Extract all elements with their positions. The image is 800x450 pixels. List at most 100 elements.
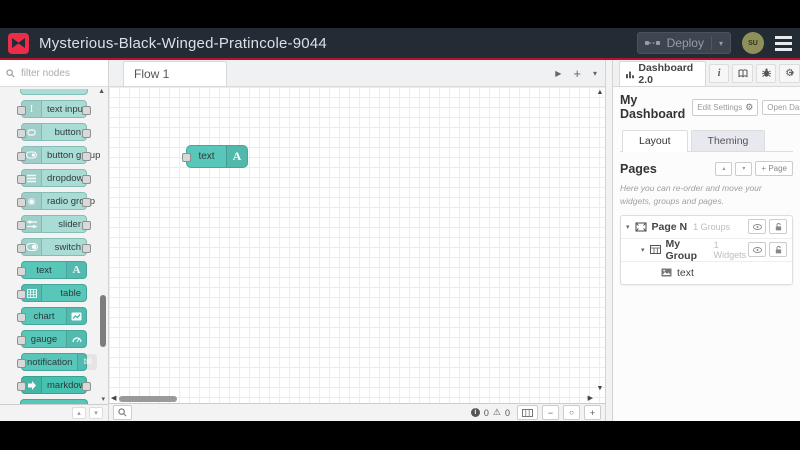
flow-tab-actions: ▶ + ▾: [555, 60, 597, 86]
palette-node-notification[interactable]: notification ✉: [17, 353, 98, 371]
add-page-button[interactable]: + Page: [755, 161, 793, 176]
scroll-right-icon[interactable]: ▶: [588, 395, 593, 402]
palette-scroll-up-icon[interactable]: ▲: [98, 88, 105, 95]
sidebar-resize-handle[interactable]: [605, 60, 612, 421]
palette-node-partial-top[interactable]: [20, 89, 88, 95]
flow-tab[interactable]: Flow 1: [123, 61, 227, 86]
output-port[interactable]: [82, 382, 91, 391]
visibility-button[interactable]: [748, 219, 766, 234]
palette-node-dropdown[interactable]: dropdown: [17, 169, 91, 187]
page-label: Page N: [651, 220, 688, 233]
palette-node-radio-group[interactable]: ◉ radio group: [17, 192, 95, 210]
palette-node-switch[interactable]: switch: [17, 238, 91, 256]
info-count-icon[interactable]: i: [470, 408, 480, 417]
flow-canvas[interactable]: text A ▲ ▼ ◀ ▶: [109, 87, 605, 403]
input-port[interactable]: [17, 198, 26, 207]
scroll-down-icon[interactable]: ▼: [597, 385, 604, 392]
output-port[interactable]: [82, 221, 91, 230]
sidebar-menu-caret-icon[interactable]: ▾: [790, 69, 794, 78]
input-port[interactable]: [17, 175, 26, 184]
deploy-button[interactable]: Deploy ▾: [636, 32, 731, 54]
tab-dashboard-2[interactable]: Dashboard 2.0: [619, 61, 706, 86]
canvas-vertical-scrollbar[interactable]: ▲ ▼: [595, 87, 605, 394]
canvas-node-text[interactable]: text A: [182, 145, 248, 168]
palette-node-partial-bottom[interactable]: [20, 399, 88, 404]
palette-node-button[interactable]: button: [17, 123, 91, 141]
palette-node-button-group[interactable]: button group: [17, 146, 100, 164]
palette-expand-all-button[interactable]: ▾: [89, 407, 103, 419]
scroll-left-icon[interactable]: ◀: [111, 395, 116, 402]
node-palette: I text input button: [0, 60, 109, 421]
output-port[interactable]: [82, 152, 91, 161]
palette-node-markdown[interactable]: markdown: [17, 376, 91, 394]
output-port[interactable]: [82, 198, 91, 207]
main-menu-button[interactable]: [775, 35, 792, 51]
layout-tree: ▾ Page N 1 Groups ▾ My Group 1 Widgets t…: [620, 214, 793, 285]
collapse-caret-icon[interactable]: ▾: [641, 246, 645, 254]
flow-list-icon[interactable]: ▾: [593, 69, 597, 78]
deploy-caret-icon[interactable]: ▾: [719, 39, 723, 48]
tab-theming[interactable]: Theming: [690, 130, 766, 151]
add-flow-button[interactable]: +: [573, 66, 581, 81]
navigator-button[interactable]: [517, 405, 538, 420]
warning-icon[interactable]: ⚠: [493, 407, 501, 418]
tree-row-widget[interactable]: text: [621, 262, 792, 284]
open-dashboard-button[interactable]: Open Dashboard ↗: [762, 99, 800, 115]
palette-node-text[interactable]: text A: [17, 261, 87, 279]
input-port[interactable]: [17, 382, 26, 391]
input-port[interactable]: [17, 359, 26, 368]
palette-node-slider[interactable]: slider: [17, 215, 91, 233]
input-port[interactable]: [17, 290, 26, 299]
palette-node-table[interactable]: table: [17, 284, 87, 302]
sidebar-tab-label: Dashboard 2.0: [638, 62, 694, 86]
palette-scroll-area[interactable]: I text input button button group dropdow…: [0, 87, 108, 404]
input-port[interactable]: [17, 336, 26, 345]
navigator-icon: [522, 408, 533, 417]
palette-scroll-down-icon[interactable]: ▾: [101, 395, 105, 403]
dashboard-header-row: My Dashboard Edit Settings ⚙ Open Dashbo…: [620, 93, 800, 121]
canvas-search-button[interactable]: [113, 405, 132, 420]
palette-node-gauge[interactable]: gauge: [17, 330, 87, 348]
input-port[interactable]: [17, 267, 26, 276]
input-port[interactable]: [17, 106, 26, 115]
lock-button[interactable]: [769, 219, 787, 234]
zoom-out-button[interactable]: −: [542, 405, 559, 420]
input-port[interactable]: [17, 313, 26, 322]
input-port[interactable]: [17, 244, 26, 253]
canvas-horizontal-scrollbar[interactable]: ◀ ▶: [109, 394, 595, 403]
output-port[interactable]: [82, 175, 91, 184]
tree-row-group[interactable]: ▾ My Group 1 Widgets: [621, 238, 792, 262]
palette-collapse-all-button[interactable]: ▴: [72, 407, 86, 419]
input-port[interactable]: [17, 152, 26, 161]
output-port[interactable]: [82, 129, 91, 138]
zoom-reset-button[interactable]: ○: [563, 405, 580, 420]
output-port[interactable]: [82, 244, 91, 253]
output-port[interactable]: [82, 106, 91, 115]
move-up-button[interactable]: ▴: [715, 161, 733, 176]
tree-row-page[interactable]: ▾ Page N 1 Groups: [621, 216, 792, 239]
input-port[interactable]: [17, 221, 26, 230]
visibility-button[interactable]: [748, 242, 766, 257]
edit-settings-button[interactable]: Edit Settings ⚙: [692, 98, 759, 116]
hscrollbar-thumb[interactable]: [119, 396, 177, 402]
lock-button[interactable]: [769, 242, 787, 257]
dashboard-sidebar-body: My Dashboard Edit Settings ⚙ Open Dashbo…: [613, 87, 800, 421]
tab-layout[interactable]: Layout: [622, 130, 688, 152]
input-port[interactable]: [17, 129, 26, 138]
info-tab-button[interactable]: i: [708, 63, 730, 83]
user-avatar[interactable]: SU: [742, 32, 764, 54]
move-down-button[interactable]: ▾: [735, 161, 753, 176]
palette-node-chart[interactable]: chart: [17, 307, 87, 325]
page-meta: 1 Groups: [693, 221, 731, 232]
palette-node-text-input[interactable]: I text input: [17, 100, 91, 118]
filter-nodes-input[interactable]: [19, 66, 97, 80]
scroll-up-icon[interactable]: ▲: [597, 89, 604, 96]
collapse-caret-icon[interactable]: ▾: [626, 223, 630, 231]
help-tab-button[interactable]: [732, 63, 753, 83]
debug-tab-button[interactable]: [755, 63, 777, 83]
palette-scrollbar-thumb[interactable]: [100, 295, 106, 347]
bar-chart-icon: [626, 71, 635, 78]
zoom-in-button[interactable]: +: [584, 405, 601, 420]
input-port[interactable]: [182, 153, 191, 162]
next-tab-icon[interactable]: ▶: [555, 69, 561, 78]
